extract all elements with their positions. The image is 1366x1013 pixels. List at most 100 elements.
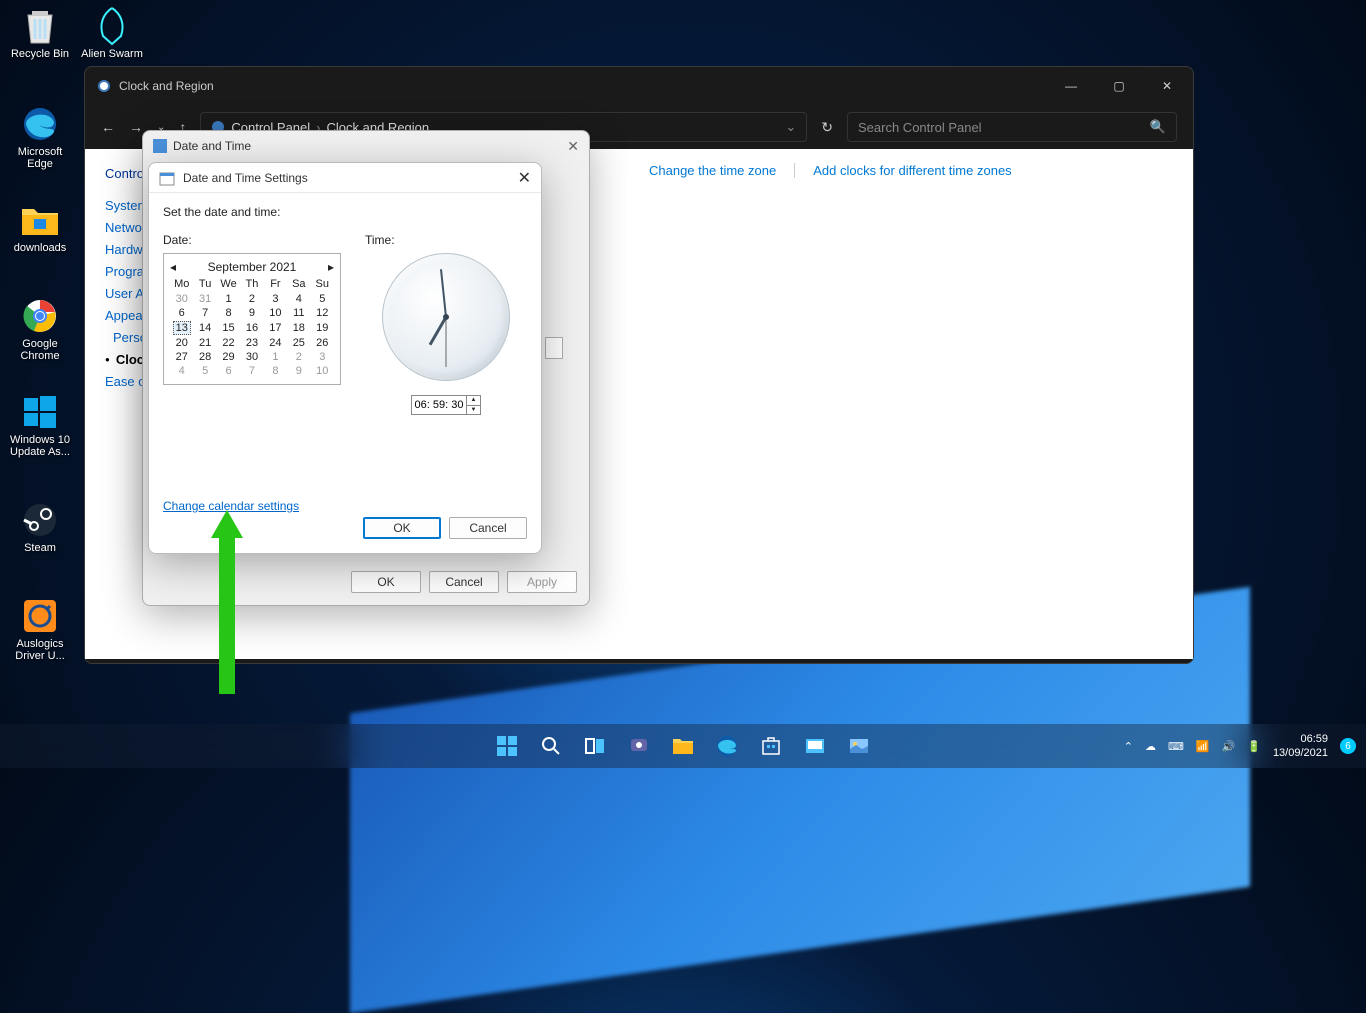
cancel-button[interactable]: Cancel: [449, 517, 527, 539]
desktop-icon-label: Auslogics Driver U...: [8, 638, 72, 662]
ok-button[interactable]: OK: [351, 571, 421, 593]
calendar-day[interactable]: 25: [287, 336, 310, 350]
calendar-day[interactable]: 7: [193, 306, 216, 320]
calendar-day[interactable]: 3: [311, 350, 334, 364]
calendar-day[interactable]: 23: [240, 336, 263, 350]
calendar-day[interactable]: 26: [311, 336, 334, 350]
calendar-day[interactable]: 4: [287, 292, 310, 306]
link-add-clocks[interactable]: Add clocks for different time zones: [813, 163, 1011, 178]
calendar-day[interactable]: 21: [193, 336, 216, 350]
search-input[interactable]: Search Control Panel🔍: [847, 112, 1177, 142]
desktop-icon-chrome[interactable]: Google Chrome: [8, 296, 72, 362]
notification-badge[interactable]: 6: [1340, 738, 1356, 754]
calendar-day[interactable]: 5: [193, 364, 216, 378]
calendar-day[interactable]: 9: [287, 364, 310, 378]
calendar-day[interactable]: 4: [170, 364, 193, 378]
calendar-day[interactable]: 12: [311, 306, 334, 320]
calendar-day[interactable]: 20: [170, 336, 193, 350]
edge-button[interactable]: [709, 728, 745, 764]
desktop-icon-win10update[interactable]: Windows 10 Update As...: [8, 392, 72, 458]
steam-icon: [20, 500, 60, 540]
minimize-button[interactable]: —: [1057, 72, 1085, 100]
desktop-icon-downloads[interactable]: downloads: [8, 200, 72, 254]
calendar-day[interactable]: 22: [217, 336, 240, 350]
time-spinner[interactable]: ▲▼: [466, 396, 480, 414]
calendar-day[interactable]: 2: [240, 292, 263, 306]
maximize-button[interactable]: ▢: [1105, 72, 1133, 100]
explorer-button[interactable]: [665, 728, 701, 764]
tray-overflow[interactable]: ⌃: [1124, 740, 1133, 753]
calendar-day[interactable]: 10: [311, 364, 334, 378]
task-view-button[interactable]: [577, 728, 613, 764]
calendar-day[interactable]: 16: [240, 320, 263, 336]
desktop-icon-label: Recycle Bin: [11, 48, 69, 60]
calendar-day[interactable]: 19: [311, 320, 334, 336]
desktop-icon-auslogics[interactable]: Auslogics Driver U...: [8, 596, 72, 662]
calendar-day[interactable]: 6: [217, 364, 240, 378]
wifi-icon[interactable]: 📶: [1196, 740, 1210, 753]
desktop-icon-label: Microsoft Edge: [8, 146, 72, 170]
refresh-button[interactable]: ↻: [821, 119, 833, 136]
calendar-day[interactable]: 1: [264, 350, 287, 364]
calendar-day[interactable]: 28: [193, 350, 216, 364]
calendar-day[interactable]: 30: [240, 350, 263, 364]
calendar-day[interactable]: 27: [170, 350, 193, 364]
calendar-day[interactable]: 10: [264, 306, 287, 320]
start-button[interactable]: [489, 728, 525, 764]
calendar-day[interactable]: 29: [217, 350, 240, 364]
calendar-day[interactable]: 31: [193, 292, 216, 306]
store-button[interactable]: [753, 728, 789, 764]
desktop-icon-recycle-bin[interactable]: Recycle Bin: [8, 6, 72, 60]
chevron-down-icon[interactable]: ⌄: [785, 119, 796, 135]
prev-month-button[interactable]: ◂: [170, 260, 176, 274]
close-button[interactable]: ✕: [1153, 72, 1181, 100]
keyboard-icon[interactable]: ⌨: [1168, 740, 1184, 753]
calendar-day[interactable]: 1: [217, 292, 240, 306]
calendar-day[interactable]: 6: [170, 306, 193, 320]
volume-icon[interactable]: 🔊: [1222, 740, 1236, 753]
calendar-day[interactable]: 7: [240, 364, 263, 378]
month-label[interactable]: September 2021: [208, 260, 297, 274]
link-time-zone[interactable]: Change the time zone: [649, 163, 795, 178]
onedrive-icon[interactable]: ☁: [1145, 740, 1156, 753]
window-title: Clock and Region: [119, 79, 214, 93]
calendar-day[interactable]: 13: [170, 320, 193, 336]
app-button[interactable]: [797, 728, 833, 764]
calendar-day[interactable]: 8: [264, 364, 287, 378]
calendar-day[interactable]: 18: [287, 320, 310, 336]
next-month-button[interactable]: ▸: [328, 260, 334, 274]
calendar[interactable]: ◂ September 2021 ▸ MoTuWeThFrSaSu3031123…: [163, 253, 341, 385]
calendar-day[interactable]: 11: [287, 306, 310, 320]
close-button[interactable]: ✕: [518, 168, 531, 188]
calendar-day[interactable]: 3: [264, 292, 287, 306]
app-button[interactable]: [841, 728, 877, 764]
time-label: Time:: [365, 233, 395, 247]
desktop-icon-alien-swarm[interactable]: Alien Swarm: [80, 6, 144, 60]
titlebar: Clock and Region — ▢ ✕: [85, 67, 1193, 105]
cancel-button[interactable]: Cancel: [429, 571, 499, 593]
chat-button[interactable]: [621, 728, 657, 764]
calendar-day[interactable]: 30: [170, 292, 193, 306]
close-button[interactable]: ✕: [567, 138, 579, 155]
calendar-day[interactable]: 17: [264, 320, 287, 336]
date-section: Date: ◂ September 2021 ▸ MoTuWeThFrSaSu3…: [163, 233, 341, 415]
desktop-icon-steam[interactable]: Steam: [8, 500, 72, 554]
time-input[interactable]: ▲▼: [411, 395, 481, 415]
calendar-day[interactable]: 9: [240, 306, 263, 320]
desktop-icon-edge[interactable]: Microsoft Edge: [8, 104, 72, 170]
calendar-day[interactable]: 14: [193, 320, 216, 336]
ok-button[interactable]: OK: [363, 517, 441, 539]
calendar-day[interactable]: 15: [217, 320, 240, 336]
calendar-day[interactable]: 24: [264, 336, 287, 350]
search-button[interactable]: [533, 728, 569, 764]
calendar-day[interactable]: 5: [311, 292, 334, 306]
desktop-icon-label: Steam: [24, 542, 56, 554]
time-field[interactable]: [412, 396, 466, 414]
calendar-day[interactable]: 8: [217, 306, 240, 320]
battery-icon[interactable]: 🔋: [1247, 740, 1261, 753]
back-button[interactable]: ←: [101, 119, 115, 135]
forward-button[interactable]: →: [129, 119, 143, 135]
calendar-day[interactable]: 2: [287, 350, 310, 364]
clock-tray[interactable]: 06:59 13/09/2021: [1273, 732, 1328, 760]
minute-hand: [440, 269, 447, 317]
